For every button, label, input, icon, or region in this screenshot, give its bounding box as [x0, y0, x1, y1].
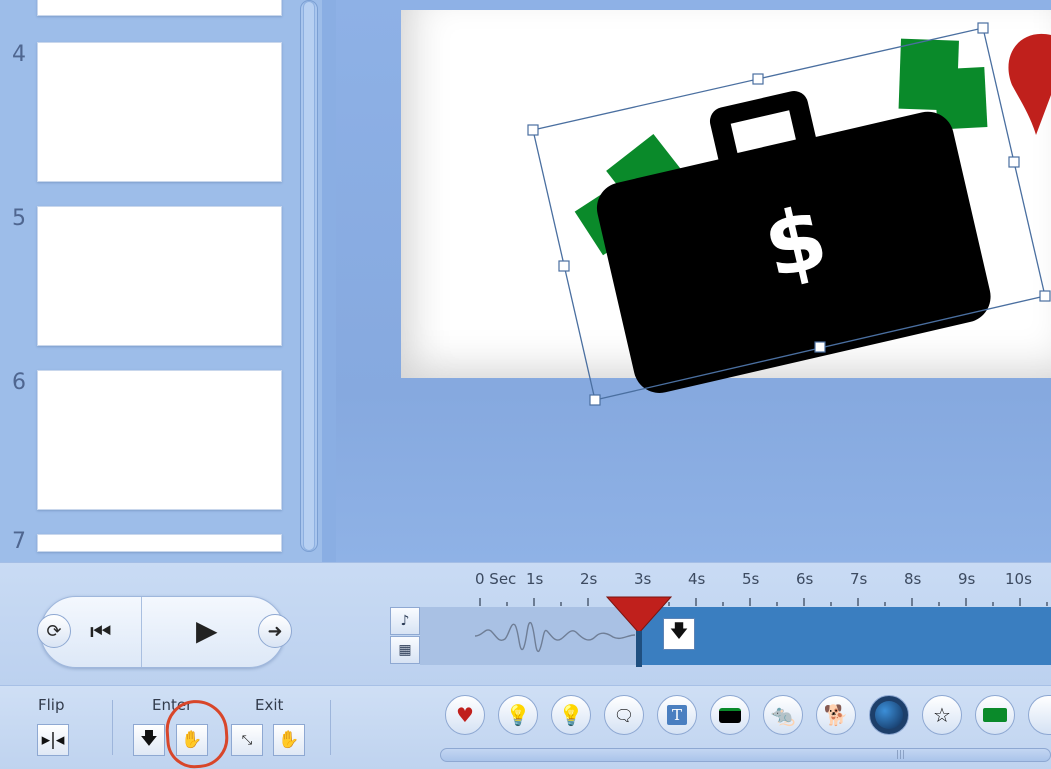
trash-icon: ▦: [398, 642, 412, 658]
dog-icon[interactable]: 🐕: [816, 695, 856, 735]
exit-hand-button[interactable]: ✋: [273, 724, 305, 756]
audio-button[interactable]: ♪: [390, 607, 420, 635]
flip-horizontal-icon: ▸|◂: [41, 730, 65, 750]
flip-button[interactable]: ▸|◂: [37, 724, 69, 756]
exit-label: Exit: [255, 696, 284, 714]
palette-scrollbar[interactable]: |||: [440, 748, 1051, 762]
slide-number: 6: [12, 370, 26, 395]
loop-button[interactable]: ⟳: [37, 614, 71, 648]
graphics-palette: ♥ 💡 💡 🗨 T 🐀 🐕 ☆: [440, 692, 1051, 744]
slide-canvas[interactable]: [401, 10, 1051, 378]
rat-icon[interactable]: 🐀: [763, 695, 803, 735]
slide-thumbnail-panel: 4 5 6 7: [0, 0, 322, 562]
timeline-track[interactable]: 🡇: [420, 607, 1051, 665]
slide-thumbnail-card[interactable]: [37, 42, 282, 182]
tick-label: 3s: [634, 570, 652, 588]
text-box-icon[interactable]: T: [657, 695, 697, 735]
lightbulb-icon[interactable]: 💡: [498, 695, 538, 735]
tick-label: 6s: [796, 570, 814, 588]
slide-thumbnail-4[interactable]: 4: [0, 42, 290, 187]
slide-thumbnail-card[interactable]: [37, 0, 282, 16]
slide-thumbnail-7[interactable]: 7: [0, 529, 290, 554]
slide-number: 7: [12, 529, 26, 554]
slide-thumbnail-3[interactable]: [0, 0, 290, 20]
next-slide-button[interactable]: ➜: [258, 614, 292, 648]
more-graphics-icon[interactable]: [1028, 695, 1051, 735]
exit-shrink-button[interactable]: ⤡: [231, 724, 263, 756]
divider: [330, 700, 331, 755]
enter-slide-down-button[interactable]: 🡇: [133, 724, 165, 756]
divider: [112, 700, 113, 755]
slide-thumbnail-5[interactable]: 5: [0, 206, 290, 351]
skip-to-start-button[interactable]: ⏮: [90, 618, 112, 646]
tick-label: 9s: [958, 570, 976, 588]
briefcase-icon[interactable]: [710, 695, 750, 735]
flip-label: Flip: [38, 696, 65, 714]
slide-thumbnail-card[interactable]: [37, 370, 282, 510]
tick-label: 5s: [742, 570, 760, 588]
ruler-ticks: [479, 598, 1048, 606]
slide-thumbnail-6[interactable]: 6: [0, 370, 290, 515]
music-note-icon: ♪: [400, 613, 410, 629]
speech-bubble-icon[interactable]: 🗨: [604, 695, 644, 735]
tick-label: 8s: [904, 570, 922, 588]
slide-number: 5: [12, 206, 26, 231]
scrollbar-thumb[interactable]: [303, 1, 315, 551]
play-button[interactable]: ▶: [196, 614, 218, 647]
globe-icon[interactable]: [869, 695, 909, 735]
hand-icon: ✋: [278, 730, 300, 750]
arrow-right-icon: ➜: [267, 620, 283, 642]
slide-thumbnail-card[interactable]: [37, 534, 282, 552]
tick-label: 10s: [1005, 570, 1032, 588]
tick-label: 2s: [580, 570, 598, 588]
star-icon[interactable]: ☆: [922, 695, 962, 735]
playhead[interactable]: [605, 595, 673, 667]
play-icon: ▶: [196, 614, 218, 647]
timeline-side-buttons: ♪ ▦: [390, 607, 420, 665]
money-icon[interactable]: [975, 695, 1015, 735]
thumbnail-scrollbar[interactable]: [300, 0, 318, 552]
slide-thumbnail-card[interactable]: [37, 206, 282, 346]
slide-number: 4: [12, 42, 26, 67]
tick-label: 0 Sec: [475, 570, 517, 588]
arrow-down-icon: 🡇: [140, 728, 158, 749]
shrink-icon: ⤡: [241, 732, 253, 748]
delete-button[interactable]: ▦: [390, 636, 420, 664]
divider: [141, 597, 142, 667]
tick-label: 4s: [688, 570, 706, 588]
playback-controls: [40, 596, 285, 668]
lightbulb-outline-icon[interactable]: 💡: [551, 695, 591, 735]
skip-back-icon: ⏮: [90, 618, 112, 646]
heart-icon[interactable]: ♥: [445, 695, 485, 735]
object-duration-bar[interactable]: [636, 607, 1051, 665]
tick-label: 1s: [526, 570, 544, 588]
time-ruler: 0 Sec 1s 2s 3s 4s 5s 6s 7s 8s 9s 10s: [470, 570, 1051, 606]
refresh-icon: ⟳: [46, 620, 62, 642]
scroll-grip-icon: |||: [896, 750, 906, 760]
tick-label: 7s: [850, 570, 868, 588]
